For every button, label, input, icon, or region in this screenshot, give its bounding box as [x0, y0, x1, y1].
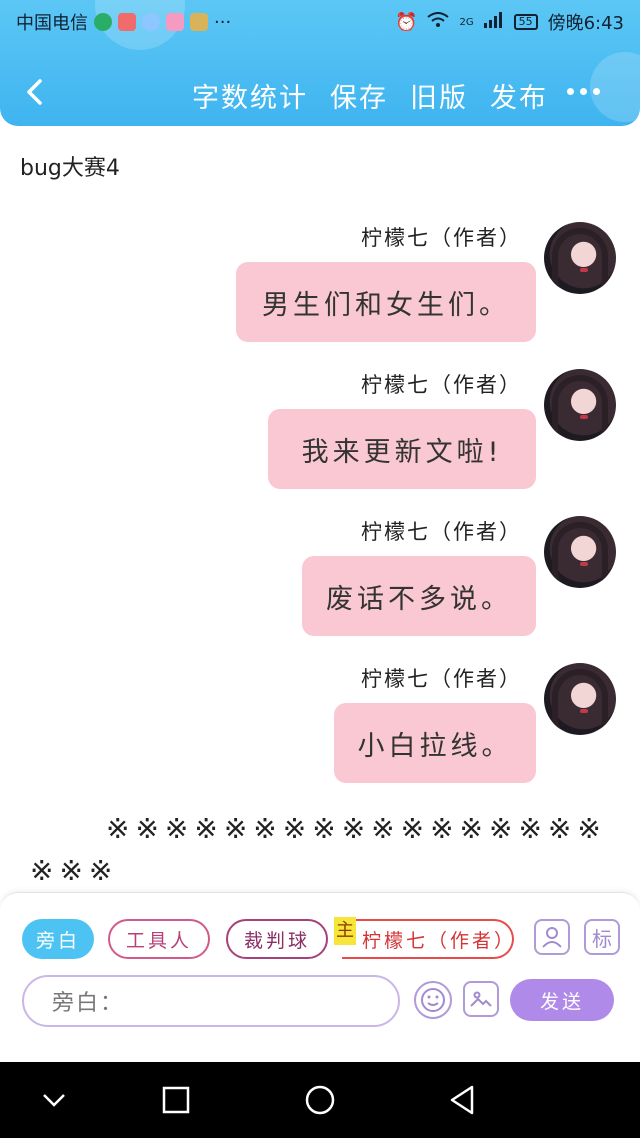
message-item: 柠檬七（作者） 小白拉线。 — [20, 663, 616, 793]
chevron-down-icon[interactable] — [38, 1084, 70, 1116]
nav-actions: 字数统计 保存 旧版 发布 — [192, 76, 548, 115]
message-item: 柠檬七（作者） 男生们和女生们。 — [20, 222, 616, 352]
author-name: 柠檬七（作者） — [361, 226, 522, 250]
wechat-icon — [94, 13, 112, 31]
nav-bar: 字数统计 保存 旧版 发布 — [0, 64, 640, 120]
app-icon — [190, 13, 208, 31]
avatar[interactable] — [544, 369, 616, 441]
send-button[interactable]: 发送 — [510, 979, 614, 1021]
avatar[interactable] — [544, 663, 616, 735]
app-icon — [118, 13, 136, 31]
message-item: 柠檬七（作者） 我来更新文啦! — [20, 369, 616, 499]
message-bubble[interactable]: 废话不多说。 — [302, 556, 536, 636]
image-icon[interactable] — [463, 981, 499, 1017]
author-name: 柠檬七（作者） — [361, 520, 522, 544]
old-version-button[interactable]: 旧版 — [410, 76, 468, 115]
video-icon — [166, 13, 184, 31]
message-item: 柠檬七（作者） 废话不多说。 — [20, 516, 616, 646]
character-icon[interactable] — [534, 919, 570, 955]
message-bubble[interactable]: 男生们和女生们。 — [236, 262, 536, 342]
signal-icon — [483, 11, 504, 33]
music-icon — [142, 13, 160, 31]
status-bar: 中国电信 ··· ⏰ 2G 55 傍晚6:43 — [16, 8, 624, 36]
home-icon[interactable] — [304, 1084, 336, 1116]
emoji-icon[interactable] — [414, 981, 452, 1019]
back-icon[interactable] — [22, 78, 50, 106]
document-title: bug大赛4 — [20, 156, 120, 181]
clock: 傍晚6:43 — [547, 13, 624, 34]
narration-text[interactable]: ※※※※※※※※※※※※※※※※※※※※ — [30, 808, 610, 892]
recents-icon[interactable] — [160, 1084, 192, 1116]
composer-panel: 旁白 工具人 裁判球 柠檬七（作者） 主 标 旁白： 发送 — [0, 892, 640, 1064]
publish-button[interactable]: 发布 — [490, 76, 548, 115]
role-referee-chip[interactable]: 裁判球 — [226, 919, 328, 959]
role-tool-person-chip[interactable]: 工具人 — [108, 919, 210, 959]
message-input[interactable]: 旁白： — [22, 975, 400, 1027]
tag-icon[interactable]: 标 — [584, 919, 620, 955]
more-notifications-icon: ··· — [214, 11, 232, 33]
more-menu-icon[interactable] — [567, 88, 600, 95]
network-type: 2G — [459, 16, 474, 28]
system-nav-bar — [0, 1062, 640, 1138]
alarm-icon: ⏰ — [395, 11, 418, 33]
battery-icon: 55 — [513, 14, 538, 30]
save-button[interactable]: 保存 — [330, 76, 388, 115]
top-header: 中国电信 ··· ⏰ 2G 55 傍晚6:43 字数统计 保存 旧版 发布 — [0, 0, 640, 126]
role-narrator-chip[interactable]: 旁白 — [22, 919, 94, 959]
avatar[interactable] — [544, 516, 616, 588]
carrier-label: 中国电信 — [16, 13, 88, 34]
role-author-chip[interactable]: 柠檬七（作者） — [342, 919, 514, 959]
word-count-button[interactable]: 字数统计 — [192, 76, 308, 115]
wifi-icon — [427, 11, 450, 33]
message-bubble[interactable]: 我来更新文啦! — [268, 409, 536, 489]
message-bubble[interactable]: 小白拉线。 — [334, 703, 536, 783]
back-nav-icon[interactable] — [446, 1084, 478, 1116]
author-name: 柠檬七（作者） — [361, 373, 522, 397]
main-role-badge: 主 — [334, 917, 356, 945]
author-name: 柠檬七（作者） — [361, 667, 522, 691]
avatar[interactable] — [544, 222, 616, 294]
